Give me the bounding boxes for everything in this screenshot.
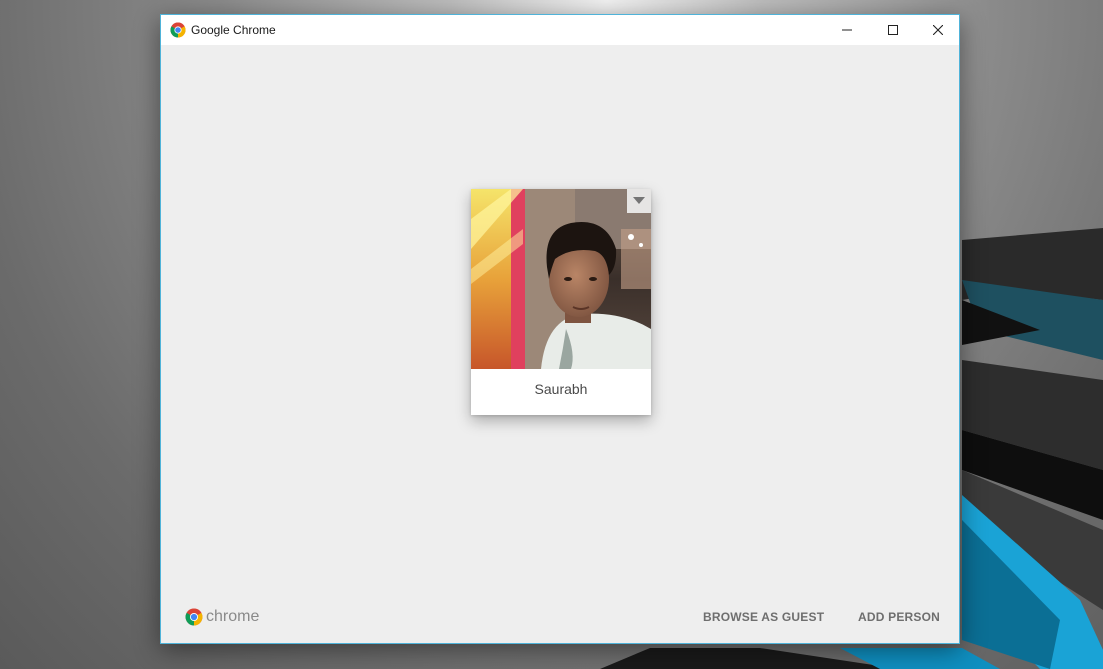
minimize-button[interactable]	[824, 15, 870, 45]
maximize-button[interactable]	[870, 15, 916, 45]
minimize-icon	[842, 29, 852, 31]
chrome-app-icon	[170, 22, 186, 38]
profile-menu-button[interactable]	[627, 189, 651, 213]
avatar-photo	[471, 189, 651, 369]
chrome-logo: chrome	[185, 607, 259, 627]
chrome-profile-window: Google Chrome Saurabh chrome BROWSE AS G…	[160, 14, 960, 644]
chrome-logo-text: chrome	[206, 608, 260, 625]
window-title: Google Chrome	[191, 23, 276, 37]
profile-avatar	[471, 189, 651, 369]
profile-name: Saurabh	[534, 381, 588, 397]
close-button[interactable]	[915, 15, 961, 45]
chrome-logo-icon	[185, 608, 203, 626]
browse-as-guest-button[interactable]: BROWSE AS GUEST	[703, 607, 824, 627]
add-person-button[interactable]: ADD PERSON	[858, 607, 940, 627]
title-bar[interactable]: Google Chrome	[161, 15, 959, 45]
maximize-icon	[888, 25, 898, 35]
profile-card[interactable]: Saurabh	[471, 189, 651, 415]
close-icon	[933, 25, 943, 35]
dropdown-arrow-icon	[633, 197, 645, 204]
